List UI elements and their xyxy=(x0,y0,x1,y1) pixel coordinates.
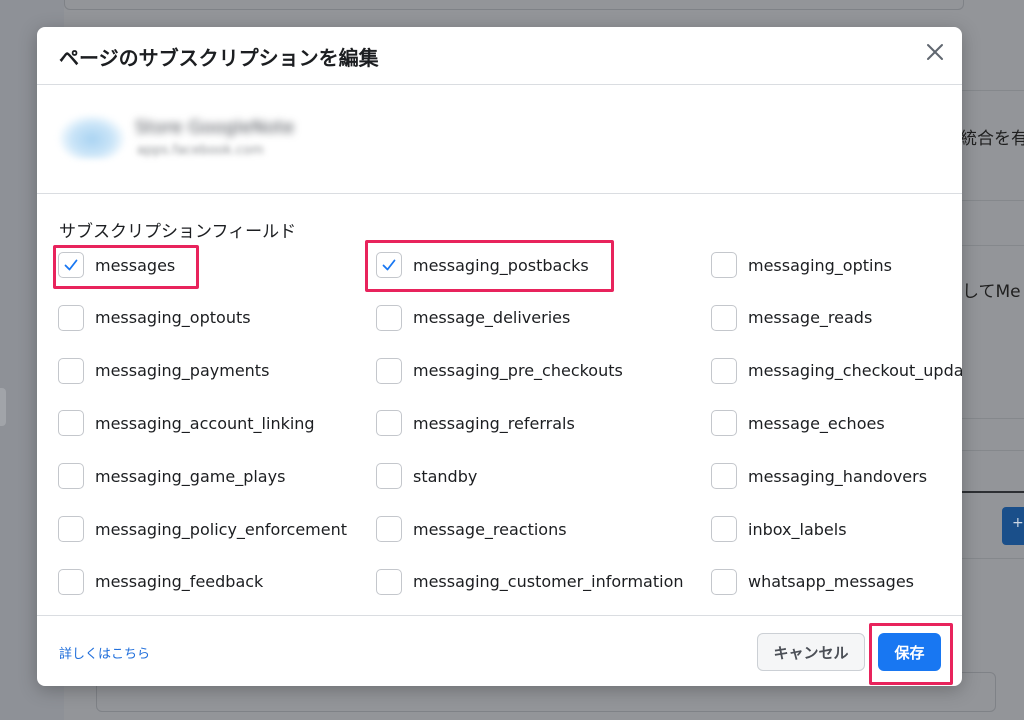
checkbox-unchecked[interactable] xyxy=(58,463,84,490)
subscription-field-checkbox[interactable]: inbox_labels xyxy=(711,515,962,543)
field-label: messages xyxy=(95,255,176,275)
subscription-field-checkbox[interactable]: messaging_postbacks xyxy=(376,251,589,279)
field-label: messaging_policy_enforcement xyxy=(95,519,348,539)
checkbox-unchecked[interactable] xyxy=(376,304,402,331)
subscription-field-checkbox[interactable]: messaging_feedback xyxy=(58,568,263,596)
close-icon xyxy=(927,44,943,60)
field-label: message_deliveries xyxy=(413,308,571,328)
learn-more-link[interactable]: 詳しくはこちら xyxy=(59,643,150,662)
page-name: Store GoogleNote xyxy=(135,117,295,138)
background-divider xyxy=(962,418,1024,419)
subscription-fields-section: サブスクリプションフィールド messages messaging_postbac… xyxy=(37,195,962,615)
checkbox-unchecked[interactable] xyxy=(711,463,737,490)
background-divider xyxy=(962,558,1024,559)
checkbox-unchecked[interactable] xyxy=(711,568,737,595)
checkbox-checked[interactable] xyxy=(376,252,402,278)
checkbox-checked[interactable] xyxy=(58,252,84,278)
checkbox-unchecked[interactable] xyxy=(711,410,737,437)
checkbox-unchecked[interactable] xyxy=(376,516,402,542)
field-label: message_echoes xyxy=(748,413,885,433)
field-label: messaging_payments xyxy=(95,361,270,381)
field-label: messaging_postbacks xyxy=(413,255,589,275)
background-add-button: + xyxy=(1002,507,1024,545)
background-text-2: してMe xyxy=(962,282,1021,302)
checkbox-unchecked[interactable] xyxy=(376,410,402,437)
checkbox-unchecked[interactable] xyxy=(711,252,737,278)
subscription-field-checkbox[interactable]: messaging_pre_checkouts xyxy=(376,357,623,385)
field-label: messaging_optins xyxy=(748,255,892,275)
subscription-field-checkbox[interactable]: whatsapp_messages xyxy=(711,568,962,596)
subscription-field-checkbox[interactable]: message_echoes xyxy=(711,409,962,437)
field-label: messaging_handovers xyxy=(748,466,928,486)
dialog-header: ページのサブスクリプションを編集 xyxy=(37,27,962,85)
subscription-field-checkbox[interactable]: messaging_handovers xyxy=(711,462,962,490)
background-divider xyxy=(962,245,1024,246)
subscription-field-checkbox[interactable]: standby xyxy=(376,462,477,490)
field-label: inbox_labels xyxy=(748,519,847,539)
subscription-field-checkbox[interactable]: messaging_optins xyxy=(711,251,962,279)
page-info: Store GoogleNote apps.facebook.com xyxy=(37,85,962,194)
background-divider xyxy=(962,90,1024,91)
section-label: サブスクリプションフィールド xyxy=(59,222,297,242)
save-button[interactable]: 保存 xyxy=(878,633,941,671)
subscription-field-checkbox[interactable]: message_reads xyxy=(711,304,962,332)
subscription-field-checkbox[interactable]: messaging_account_linking xyxy=(58,409,315,437)
subscription-field-checkbox[interactable]: messaging_policy_enforcement xyxy=(58,515,347,543)
field-label: messaging_optouts xyxy=(95,308,251,328)
subscription-field-checkbox[interactable]: message_deliveries xyxy=(376,304,570,332)
background-text-1: 統合を有 xyxy=(960,129,1024,149)
cancel-button[interactable]: キャンセル xyxy=(757,633,865,671)
field-label: message_reactions xyxy=(413,519,567,539)
checkbox-unchecked[interactable] xyxy=(58,568,84,595)
subscription-field-checkbox[interactable]: messaging_optouts xyxy=(58,304,251,332)
subscription-field-checkbox[interactable]: messaging_referrals xyxy=(376,409,575,437)
checkbox-unchecked[interactable] xyxy=(711,357,737,384)
field-label: messaging_checkout_updates xyxy=(748,361,962,381)
checkbox-unchecked[interactable] xyxy=(376,357,402,384)
page-avatar xyxy=(59,115,125,159)
subscription-field-checkbox[interactable]: messages xyxy=(58,251,175,279)
dialog-title: ページのサブスクリプションを編集 xyxy=(59,46,379,70)
background-side-tab xyxy=(0,388,6,426)
subscription-field-checkbox[interactable]: messaging_game_plays xyxy=(58,462,285,490)
field-label: messaging_feedback xyxy=(95,572,264,592)
background-divider xyxy=(962,491,1024,493)
checkbox-unchecked[interactable] xyxy=(711,304,737,331)
checkbox-unchecked[interactable] xyxy=(376,463,402,490)
subscription-field-checkbox[interactable]: messaging_customer_information xyxy=(376,568,684,596)
checkbox-unchecked[interactable] xyxy=(58,516,84,542)
checkmark-icon xyxy=(64,259,78,271)
checkbox-unchecked[interactable] xyxy=(58,357,84,384)
subscription-field-checkbox[interactable]: messaging_checkout_updates xyxy=(711,357,962,385)
subscription-field-checkbox[interactable]: message_reactions xyxy=(376,515,567,543)
checkbox-unchecked[interactable] xyxy=(376,568,402,595)
background-top-box xyxy=(64,0,964,10)
checkbox-unchecked[interactable] xyxy=(58,304,84,331)
field-label: whatsapp_messages xyxy=(748,572,914,592)
page-subtitle: apps.facebook.com xyxy=(137,143,264,158)
background-divider xyxy=(962,450,1024,451)
edit-subscriptions-dialog: ページのサブスクリプションを編集 Store GoogleNote apps.f… xyxy=(37,27,962,686)
background-divider xyxy=(962,200,1024,201)
field-label: messaging_game_plays xyxy=(95,466,286,486)
subscription-field-checkbox[interactable]: messaging_payments xyxy=(58,357,269,385)
close-button[interactable] xyxy=(924,41,946,63)
field-label: message_reads xyxy=(748,308,873,328)
field-label: messaging_customer_information xyxy=(413,572,684,592)
checkmark-icon xyxy=(382,259,396,271)
field-label: standby xyxy=(413,466,478,486)
field-label: messaging_referrals xyxy=(413,413,575,433)
checkbox-unchecked[interactable] xyxy=(711,516,737,542)
checkbox-unchecked[interactable] xyxy=(58,410,84,437)
field-label: messaging_account_linking xyxy=(95,413,315,433)
dialog-footer: 詳しくはこちら キャンセル 保存 xyxy=(37,615,962,686)
field-label: messaging_pre_checkouts xyxy=(413,361,623,381)
